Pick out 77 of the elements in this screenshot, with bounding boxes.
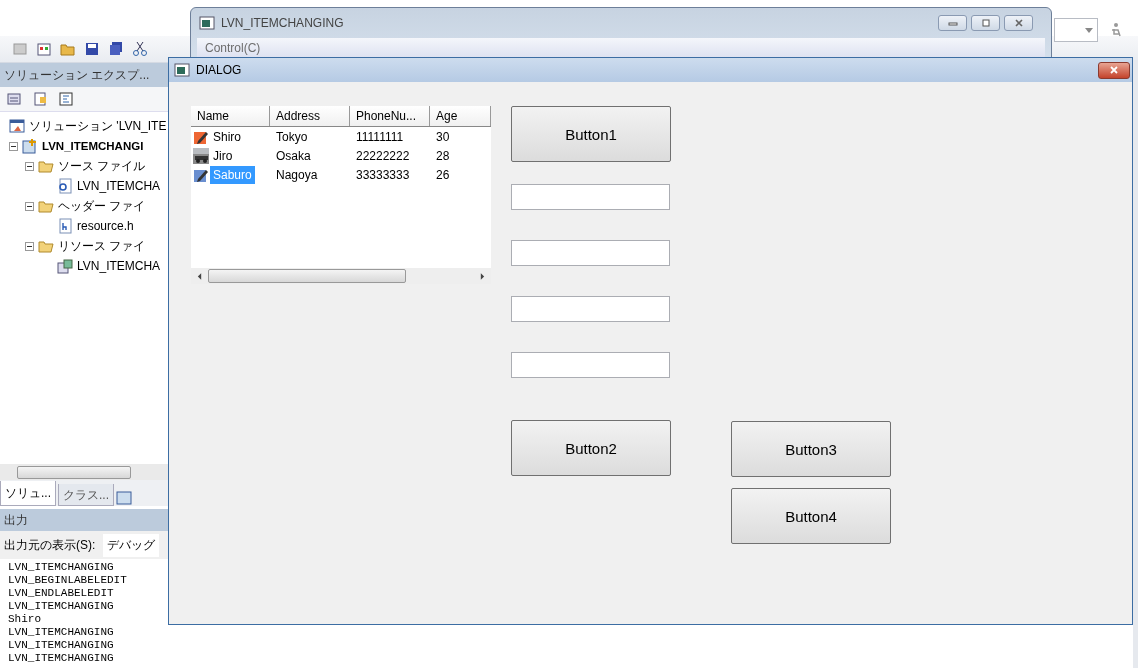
menu-item[interactable]: Control(C) [205, 41, 261, 55]
table-cell: 30 [436, 129, 450, 144]
source-label: 出力元の表示(S): [4, 536, 96, 554]
push-button[interactable]: Button4 [731, 488, 891, 544]
output-text: LVN_ITEMCHANGING LVN_BEGINLABELEDIT LVN_ENDLABELEDIT LVN_ITEMCHANGING Shiro LVN_ITEMCHANGING LVN_ITEMCHANGING LVN_ITEMCHANGING [7, 560, 128, 666]
source-dropdown[interactable]: デバッグ [103, 533, 160, 557]
collapse-icon[interactable] [25, 241, 34, 251]
push-button[interactable]: Button3 [731, 421, 891, 477]
collapse-icon[interactable] [25, 201, 34, 211]
column-header[interactable]: PhoneNu... [350, 106, 430, 126]
code-view-icon[interactable] [58, 91, 74, 107]
close-button[interactable] [1098, 61, 1130, 79]
minimize-icon [946, 19, 959, 27]
list-item[interactable]: Jiro [210, 146, 236, 165]
tree-item[interactable]: ヘッダー ファイ [58, 197, 146, 215]
window-title: LVN_ITEMCHANGING [221, 16, 344, 30]
column-header[interactable]: Address [270, 106, 350, 126]
window-title: DIALOG [196, 63, 242, 77]
panel-title: ソリューション エクスプ... [4, 66, 150, 84]
minimize-button[interactable] [938, 15, 967, 31]
table-cell: Tokyo [276, 129, 308, 144]
properties-icon[interactable] [6, 91, 22, 107]
tree-item[interactable]: LVN_ITEMCHA [77, 259, 161, 273]
input-field[interactable] [511, 352, 670, 378]
app-icon [174, 62, 190, 78]
cpp-file-icon [57, 178, 73, 194]
project-icon [22, 138, 38, 154]
tree-item[interactable]: ソリューション 'LVN_ITE [29, 117, 167, 135]
push-button[interactable]: Button2 [511, 420, 671, 476]
resource-file-icon [57, 258, 73, 274]
table-cell: 11111111 [356, 129, 404, 144]
cut-icon[interactable] [132, 41, 148, 57]
open-folder-icon[interactable] [60, 41, 76, 57]
column-header[interactable]: Name [191, 106, 270, 126]
tree-item[interactable]: リソース ファイ [58, 237, 146, 255]
close-icon [1108, 66, 1120, 74]
table-cell: Osaka [276, 148, 311, 163]
close-button[interactable] [1004, 15, 1033, 31]
window-icon[interactable] [12, 41, 28, 57]
resource-view-icon[interactable] [116, 490, 133, 506]
table-cell: Nagoya [276, 167, 318, 182]
scroll-right-icon[interactable] [480, 272, 485, 280]
table-cell: 28 [436, 148, 450, 163]
solution-icon [9, 118, 25, 134]
scroll-left-icon[interactable] [197, 272, 202, 280]
folder-icon [38, 198, 54, 214]
app-icon [199, 15, 215, 31]
panel-tab[interactable]: ソリュ... [0, 481, 56, 506]
horizontal-scrollbar[interactable] [0, 464, 168, 480]
maximize-icon [979, 19, 992, 27]
tree-item[interactable]: ソース ファイル [58, 157, 146, 175]
folder-icon [38, 158, 54, 174]
tree-item[interactable]: resource.h [77, 219, 134, 233]
save-all-icon[interactable] [108, 41, 124, 57]
table-cell: 22222222 [356, 148, 410, 163]
input-field[interactable] [511, 240, 670, 266]
close-icon [1012, 19, 1025, 27]
list-item[interactable]: Shiro [210, 127, 244, 146]
tree-item[interactable]: LVN_ITEMCHANGI [42, 140, 144, 152]
input-field[interactable] [511, 184, 670, 210]
save-icon[interactable] [84, 41, 100, 57]
dropdown[interactable] [1054, 18, 1098, 42]
document-icon[interactable] [32, 91, 48, 107]
panel-title: 出力 [4, 511, 28, 529]
panel-tab[interactable]: クラス... [58, 484, 115, 506]
new-item-icon[interactable] [36, 41, 52, 57]
tree-item[interactable]: LVN_ITEMCHA [77, 179, 161, 193]
table-cell: 33333333 [356, 167, 410, 182]
maximize-button[interactable] [971, 15, 1000, 31]
collapse-icon[interactable] [25, 161, 34, 171]
input-field[interactable] [511, 296, 670, 322]
push-button[interactable]: Button1 [511, 106, 671, 162]
table-cell: 26 [436, 167, 450, 182]
folder-icon [38, 238, 54, 254]
header-file-icon [57, 218, 73, 234]
collapse-icon[interactable] [9, 141, 18, 151]
column-header[interactable]: Age [430, 106, 491, 126]
